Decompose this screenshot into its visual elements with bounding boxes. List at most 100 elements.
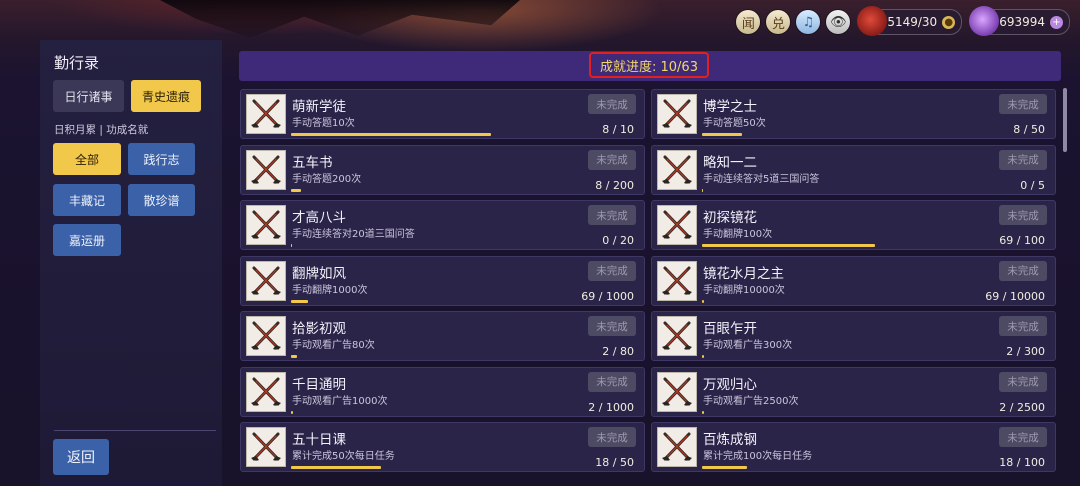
achievement-status-button[interactable]: 未完成	[588, 427, 636, 447]
achievement-status-button[interactable]: 未完成	[999, 94, 1047, 114]
achievement-status-button[interactable]: 未完成	[588, 260, 636, 281]
achievement-progress-fill	[702, 244, 875, 247]
achievement-card[interactable]: 五车书手动答题200次 未完成 8 / 200	[240, 144, 645, 195]
achievement-progress-fill	[291, 133, 491, 136]
achievement-name: 才高八斗	[292, 210, 346, 226]
achievement-status-button[interactable]: 未完成	[588, 316, 636, 336]
achievement-description: 手动观看广告1000次	[292, 395, 388, 407]
achievement-card[interactable]: 萌新学徒 手动答题10次 未完成 8 / 10	[240, 89, 645, 139]
crossed-brushes-icon	[657, 316, 697, 356]
sidebar-title: 勤行录	[54, 54, 100, 72]
achievement-name: 镜花水月之主	[703, 265, 784, 282]
achievement-status-button[interactable]: 未完成	[588, 371, 636, 392]
category-treasure[interactable]: 散珍谱	[128, 184, 195, 216]
sidebar-subtitle: 日积月累 | 功成名就	[54, 124, 149, 136]
achievement-description: 手动答题10次	[292, 118, 355, 129]
scrollbar[interactable]	[1063, 88, 1067, 152]
currency-counter[interactable]: 693994 +	[969, 6, 1070, 36]
crossed-brushes-icon	[657, 260, 697, 301]
tab-daily[interactable]: 日行诸事	[53, 80, 124, 112]
achievement-progress-bar	[291, 410, 541, 414]
achievement-name: 五车书	[292, 154, 333, 171]
achievement-status-button[interactable]: 未完成	[588, 149, 636, 170]
achievement-card[interactable]: 万观归心 手动观看广告2500次 未完成 2 / 2500	[651, 366, 1056, 417]
eye-icon[interactable]: 👁	[826, 10, 851, 34]
achievement-name: 百眼乍开	[703, 321, 757, 337]
crossed-brushes-icon	[657, 205, 697, 245]
music-icon[interactable]: ♫	[796, 10, 821, 34]
achievement-name: 略知一二	[703, 154, 757, 171]
achievement-progress-fill	[291, 188, 301, 192]
currency-value: 693994	[999, 15, 1045, 29]
achievement-card[interactable]: 百炼成钢 累计完成100次每日任务 未完成 18 / 100	[651, 422, 1056, 472]
crossed-brushes-icon	[657, 427, 697, 467]
achievement-description: 手动翻牌10000次	[703, 284, 785, 296]
category-practice[interactable]: 践行志	[128, 143, 195, 175]
back-button[interactable]: 返回	[53, 439, 109, 475]
achievement-status-button[interactable]: 未完成	[588, 94, 636, 114]
achievement-count: 8 / 200	[595, 178, 634, 192]
achievement-card[interactable]: 百眼乍开 手动观看广告300次 未完成 2 / 300	[651, 311, 1056, 361]
crossed-brushes-icon	[246, 371, 286, 412]
achievement-description: 手动观看广告300次	[703, 340, 793, 351]
sidebar-divider	[54, 430, 216, 431]
achievement-status-button[interactable]: 未完成	[999, 260, 1047, 281]
achievement-status-button[interactable]: 未完成	[999, 371, 1047, 392]
achievement-progress-fill	[702, 188, 703, 192]
achievement-count: 0 / 20	[602, 234, 634, 247]
achievement-status-button[interactable]: 未完成	[999, 316, 1047, 336]
achievement-status-button[interactable]: 未完成	[588, 205, 636, 225]
achievement-description: 手动翻牌100次	[703, 229, 773, 240]
achievement-name: 初探镜花	[703, 210, 757, 226]
achievement-card[interactable]: 博学之士手动答题50次 未完成 8 / 50	[651, 89, 1056, 139]
achievement-card[interactable]: 略知一二 手动连续答对5道三国问答 未完成 0 / 5	[651, 144, 1056, 195]
tab-history[interactable]: 青史遗痕	[131, 80, 201, 112]
category-fortune[interactable]: 嘉运册	[53, 224, 121, 256]
achievement-name: 百炼成钢	[703, 432, 757, 448]
achievement-progress-fill	[702, 355, 704, 358]
achievement-description: 手动连续答对5道三国问答	[703, 173, 820, 185]
achievement-card[interactable]: 拾影初观 手动观看广告80次 未完成 2 / 80	[240, 311, 645, 361]
add-currency-icon[interactable]: +	[1050, 15, 1063, 29]
achievement-progress-bar	[291, 355, 541, 358]
achievement-progress-fill	[291, 244, 292, 247]
news-icon[interactable]: 闻	[736, 10, 761, 34]
achievement-progress-bar	[291, 133, 541, 136]
achievement-status-button[interactable]: 未完成	[999, 205, 1047, 225]
achievement-progress-fill	[291, 299, 309, 303]
achievement-card[interactable]: 镜花水月之主手动翻牌10000次 未完成 69 / 10000	[651, 255, 1056, 306]
achievement-description: 手动答题50次	[703, 118, 766, 129]
achievement-count: 8 / 50	[1013, 123, 1045, 136]
achievement-status-button[interactable]: 未完成	[999, 427, 1047, 447]
achievement-progress-bar	[702, 188, 952, 192]
stamina-value: 5149/30	[887, 15, 938, 29]
achievement-card[interactable]: 初探镜花 手动翻牌100次 未完成 69 / 100	[651, 200, 1056, 250]
achievement-progress-bar	[702, 355, 952, 358]
achievement-progress-fill	[291, 355, 298, 358]
achievement-card[interactable]: 翻牌如风 手动翻牌1000次 未完成 69 / 1000	[240, 255, 645, 306]
achievement-description: 手动翻牌1000次	[292, 284, 368, 296]
achievement-name: 萌新学徒	[292, 99, 346, 115]
achievement-grid: 萌新学徒 手动答题10次 未完成 8 / 10 博学之士 手动答题50次 未完成 8 / 50…	[239, 88, 1061, 486]
achievement-progress-bar	[702, 466, 952, 469]
achievement-name: 博学之士	[703, 99, 757, 115]
crossed-brushes-icon	[657, 371, 697, 412]
achievement-progress-bar	[702, 133, 952, 136]
stamina-counter[interactable]: 5149/30 ●	[857, 6, 963, 36]
add-stamina-icon[interactable]: ●	[942, 15, 956, 29]
achievement-card[interactable]: 五十日课 累计完成50次每日任务 未完成 18 / 50	[240, 422, 645, 472]
achievement-count: 69 / 10000	[985, 289, 1045, 303]
achievement-description: 手动答题200次	[292, 173, 362, 185]
category-all[interactable]: 全部	[53, 143, 121, 175]
crossed-brushes-icon	[246, 427, 286, 467]
achievement-progress-bar	[702, 244, 952, 247]
achievement-count: 18 / 100	[999, 456, 1045, 469]
achievement-count: 2 / 80	[602, 345, 634, 358]
exchange-icon[interactable]: 兑	[766, 10, 791, 34]
red-bag-icon	[857, 6, 888, 36]
achievement-progress-bar	[291, 244, 541, 247]
category-collection[interactable]: 丰藏记	[53, 184, 121, 216]
achievement-card[interactable]: 才高八斗 手动连续答对20道三国问答 未完成 0 / 20	[240, 200, 645, 250]
achievement-status-button[interactable]: 未完成	[999, 149, 1047, 170]
achievement-card[interactable]: 千目通明 手动观看广告1000次 未完成 2 / 1000	[240, 366, 645, 417]
